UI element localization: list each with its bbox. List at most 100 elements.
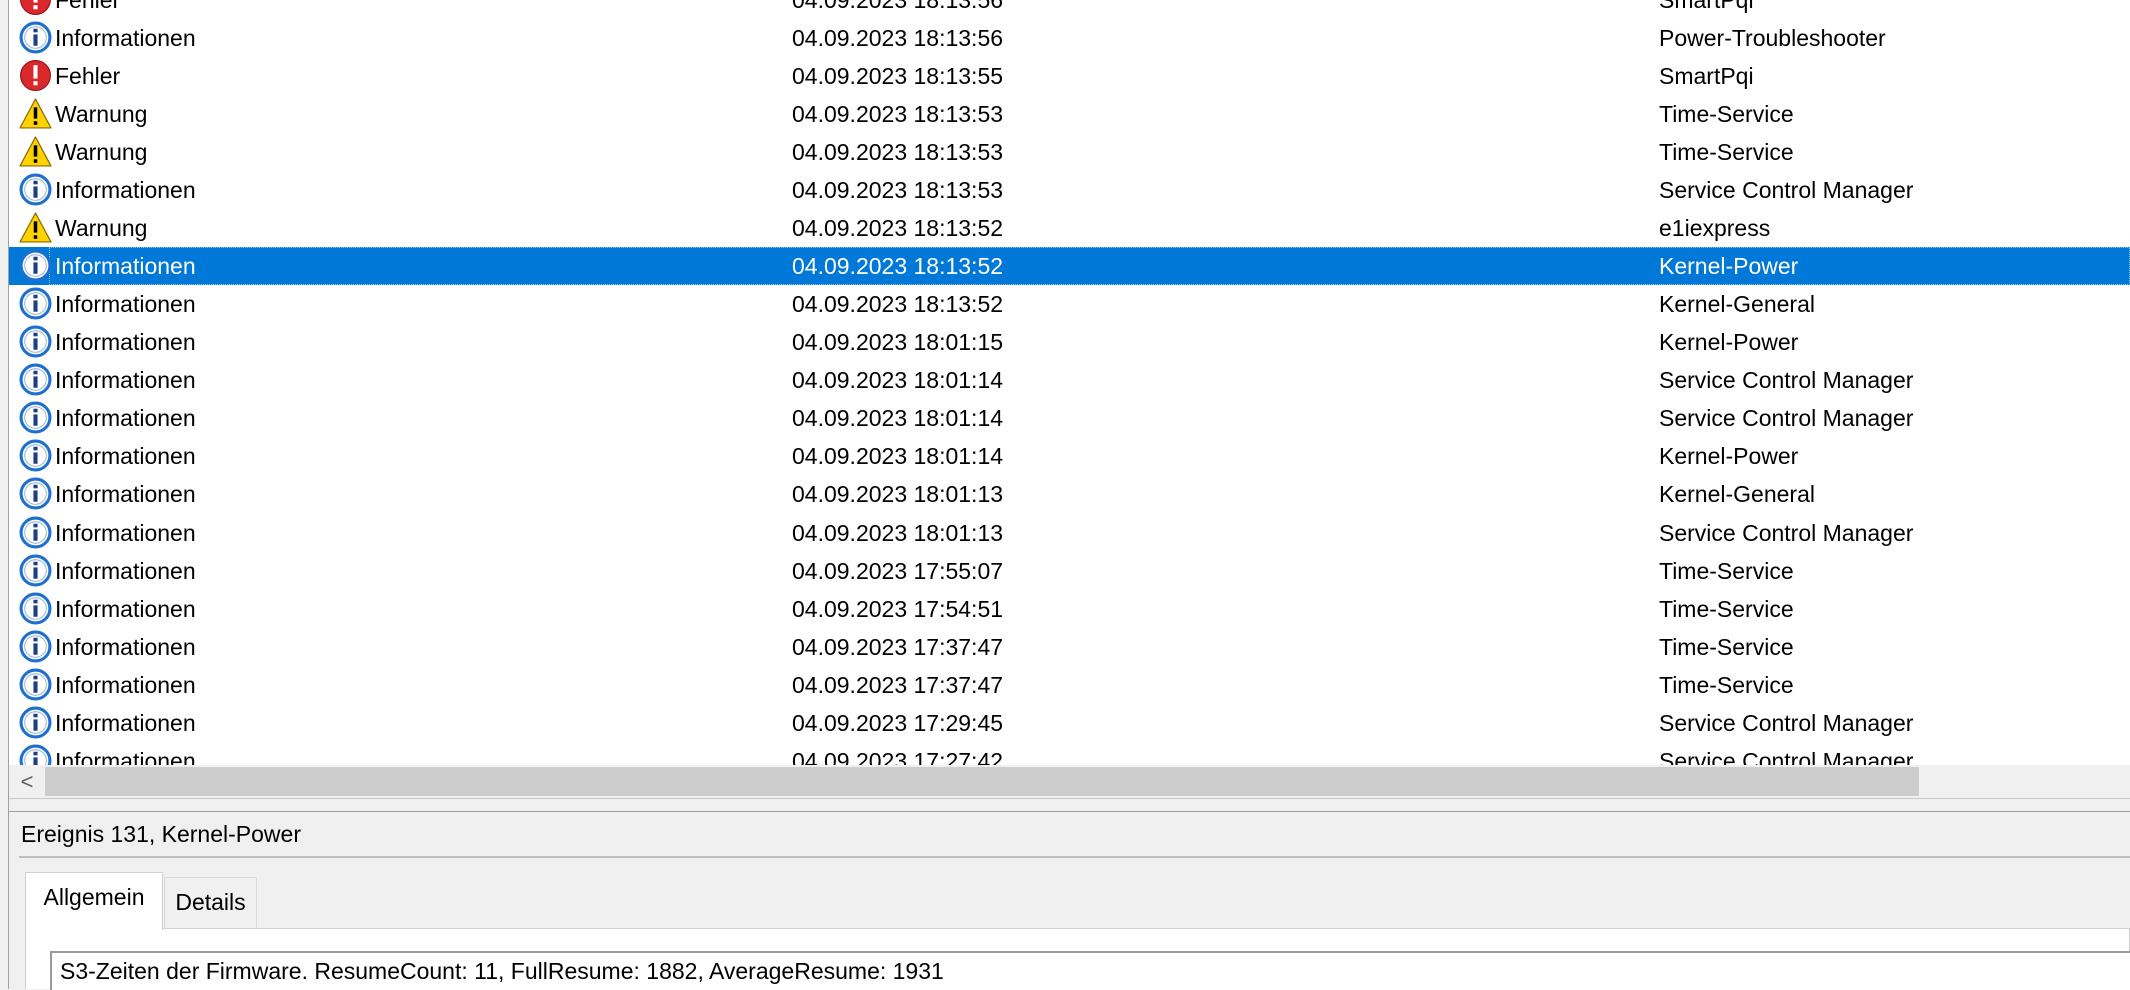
event-date: 04.09.2023 18:01:14 — [792, 405, 1004, 431]
event-date: 04.09.2023 18:13:56 — [792, 25, 1004, 51]
event-source: Kernel-Power — [1659, 253, 1799, 279]
event-level: Warnung — [55, 139, 148, 165]
event-level: Informationen — [55, 291, 196, 317]
event-row[interactable]: Warnung 04.09.2023 18:13:53 Time-Service — [9, 95, 2130, 133]
event-date: 04.09.2023 18:01:14 — [792, 367, 1004, 393]
event-source: Service Control Manager — [1659, 367, 1914, 393]
event-date: 04.09.2023 17:54:51 — [792, 596, 1004, 622]
scrollbar-thumb[interactable] — [45, 767, 1919, 796]
event-level: Informationen — [55, 710, 196, 736]
event-source: Service Control Manager — [1659, 748, 1914, 765]
event-level: Informationen — [55, 672, 196, 698]
event-row[interactable]: Informationen 04.09.2023 17:37:47 Time-Ser… — [9, 628, 2130, 666]
event-row[interactable]: Informationen 04.09.2023 18:01:14 Service … — [9, 361, 2130, 399]
event-source: Kernel-Power — [1659, 443, 1799, 469]
scroll-left-arrow-icon[interactable]: < — [9, 765, 45, 798]
event-level: Warnung — [55, 215, 148, 241]
event-row[interactable]: Informationen 04.09.2023 17:37:47 Time-Ser… — [9, 666, 2130, 704]
info-icon — [19, 249, 52, 282]
event-level: Informationen — [55, 367, 196, 393]
event-row[interactable]: Informationen 04.09.2023 17:55:07 Time-Ser… — [9, 552, 2130, 590]
event-row[interactable]: Informationen 04.09.2023 17:29:45 Service … — [9, 704, 2130, 742]
tab-content: S3-Zeiten der Firmware. ResumeCount: 11,… — [25, 928, 2130, 990]
event-date: 04.09.2023 18:13:53 — [792, 139, 1004, 165]
error-icon — [19, 59, 52, 92]
event-date: 04.09.2023 18:01:14 — [792, 443, 1004, 469]
event-source: Time-Service — [1659, 139, 1794, 165]
event-level: Informationen — [55, 405, 196, 431]
info-icon — [19, 706, 52, 739]
event-level: Informationen — [55, 596, 196, 622]
event-row[interactable]: Informationen 04.09.2023 18:13:53 Service … — [9, 171, 2130, 209]
event-source: Kernel-General — [1659, 291, 1815, 317]
event-level: Informationen — [55, 177, 196, 203]
event-date: 04.09.2023 18:13:53 — [792, 177, 1004, 203]
warning-icon — [19, 211, 52, 244]
info-icon — [19, 592, 52, 625]
event-source: Kernel-General — [1659, 481, 1815, 507]
pane-splitter[interactable] — [9, 798, 2130, 812]
info-icon — [19, 287, 52, 320]
info-icon — [19, 477, 52, 510]
event-date: 04.09.2023 17:27:42 — [792, 748, 1004, 765]
event-detail-pane: Ereignis 131, Kernel-Power Allgemein Det… — [9, 812, 2130, 990]
event-date: 04.09.2023 18:13:56 — [792, 0, 1004, 13]
info-icon — [19, 554, 52, 587]
event-source: Time-Service — [1659, 634, 1794, 660]
error-icon — [19, 0, 52, 16]
event-level: Informationen — [55, 558, 196, 584]
event-row[interactable]: Informationen 04.09.2023 17:27:42 Service … — [9, 742, 2130, 765]
event-row[interactable]: Warnung 04.09.2023 18:13:53 Time-Service — [9, 133, 2130, 171]
event-date: 04.09.2023 17:37:47 — [792, 634, 1004, 660]
event-date: 04.09.2023 18:13:53 — [792, 101, 1004, 127]
tab-general[interactable]: Allgemein — [25, 872, 163, 930]
event-level: Informationen — [55, 443, 196, 469]
event-date: 04.09.2023 17:55:07 — [792, 558, 1004, 584]
event-row[interactable]: Informationen 04.09.2023 18:01:13 Kernel-G… — [9, 475, 2130, 513]
warning-icon — [19, 97, 52, 130]
event-source: Time-Service — [1659, 558, 1794, 584]
warning-icon — [19, 135, 52, 168]
event-level: Warnung — [55, 101, 148, 127]
event-level: Informationen — [55, 253, 196, 279]
event-date: 04.09.2023 17:37:47 — [792, 672, 1004, 698]
info-icon — [19, 21, 52, 54]
event-row[interactable]: Informationen 04.09.2023 18:01:15 Kernel-P… — [9, 323, 2130, 361]
event-level: Informationen — [55, 748, 196, 765]
window-left-border — [0, 0, 9, 989]
event-source: Service Control Manager — [1659, 710, 1914, 736]
event-row[interactable]: Fehler 04.09.2023 18:13:56 SmartPqi — [9, 0, 2130, 19]
event-row[interactable]: Informationen 04.09.2023 18:13:52 Kernel-G… — [9, 285, 2130, 323]
event-level: Fehler — [55, 0, 121, 13]
event-date: 04.09.2023 18:01:13 — [792, 481, 1004, 507]
event-level: Informationen — [55, 329, 196, 355]
event-date: 04.09.2023 17:29:45 — [792, 710, 1004, 736]
info-icon — [19, 173, 52, 206]
event-row[interactable]: Informationen 04.09.2023 18:01:14 Service … — [9, 399, 2130, 437]
event-row[interactable]: Informationen 04.09.2023 17:54:51 Time-Ser… — [9, 590, 2130, 628]
info-icon — [19, 325, 52, 358]
event-title: Ereignis 131, Kernel-Power — [21, 821, 301, 847]
event-source: Time-Service — [1659, 596, 1794, 622]
event-row[interactable]: Informationen 04.09.2023 18:13:56 Power-Tr… — [9, 19, 2130, 57]
event-date: 04.09.2023 18:01:13 — [792, 520, 1004, 546]
info-icon — [19, 401, 52, 434]
event-row[interactable]: Informationen 04.09.2023 18:01:13 Service … — [9, 514, 2130, 552]
event-level: Fehler — [55, 63, 121, 89]
tab-details[interactable]: Details — [164, 877, 257, 929]
event-source: Service Control Manager — [1659, 405, 1914, 431]
event-date: 04.09.2023 18:13:55 — [792, 63, 1004, 89]
event-row[interactable]: Informationen 04.09.2023 18:13:52 Kernel-P… — [9, 247, 2130, 285]
event-level: Informationen — [55, 634, 196, 660]
event-list[interactable]: Fehler 04.09.2023 18:13:56 SmartPqi Informa… — [9, 0, 2130, 765]
event-source: SmartPqi — [1659, 63, 1754, 89]
event-source: Service Control Manager — [1659, 520, 1914, 546]
info-icon — [19, 630, 52, 663]
event-row[interactable]: Warnung 04.09.2023 18:13:52 e1iexpress — [9, 209, 2130, 247]
event-row[interactable]: Informationen 04.09.2023 18:01:14 Kernel-P… — [9, 437, 2130, 475]
event-date: 04.09.2023 18:13:52 — [792, 215, 1004, 241]
event-row[interactable]: Fehler 04.09.2023 18:13:55 SmartPqi — [9, 57, 2130, 95]
horizontal-scrollbar[interactable]: < — [9, 765, 2130, 798]
event-source: Time-Service — [1659, 672, 1794, 698]
event-message-text[interactable]: S3-Zeiten der Firmware. ResumeCount: 11,… — [50, 951, 2130, 990]
